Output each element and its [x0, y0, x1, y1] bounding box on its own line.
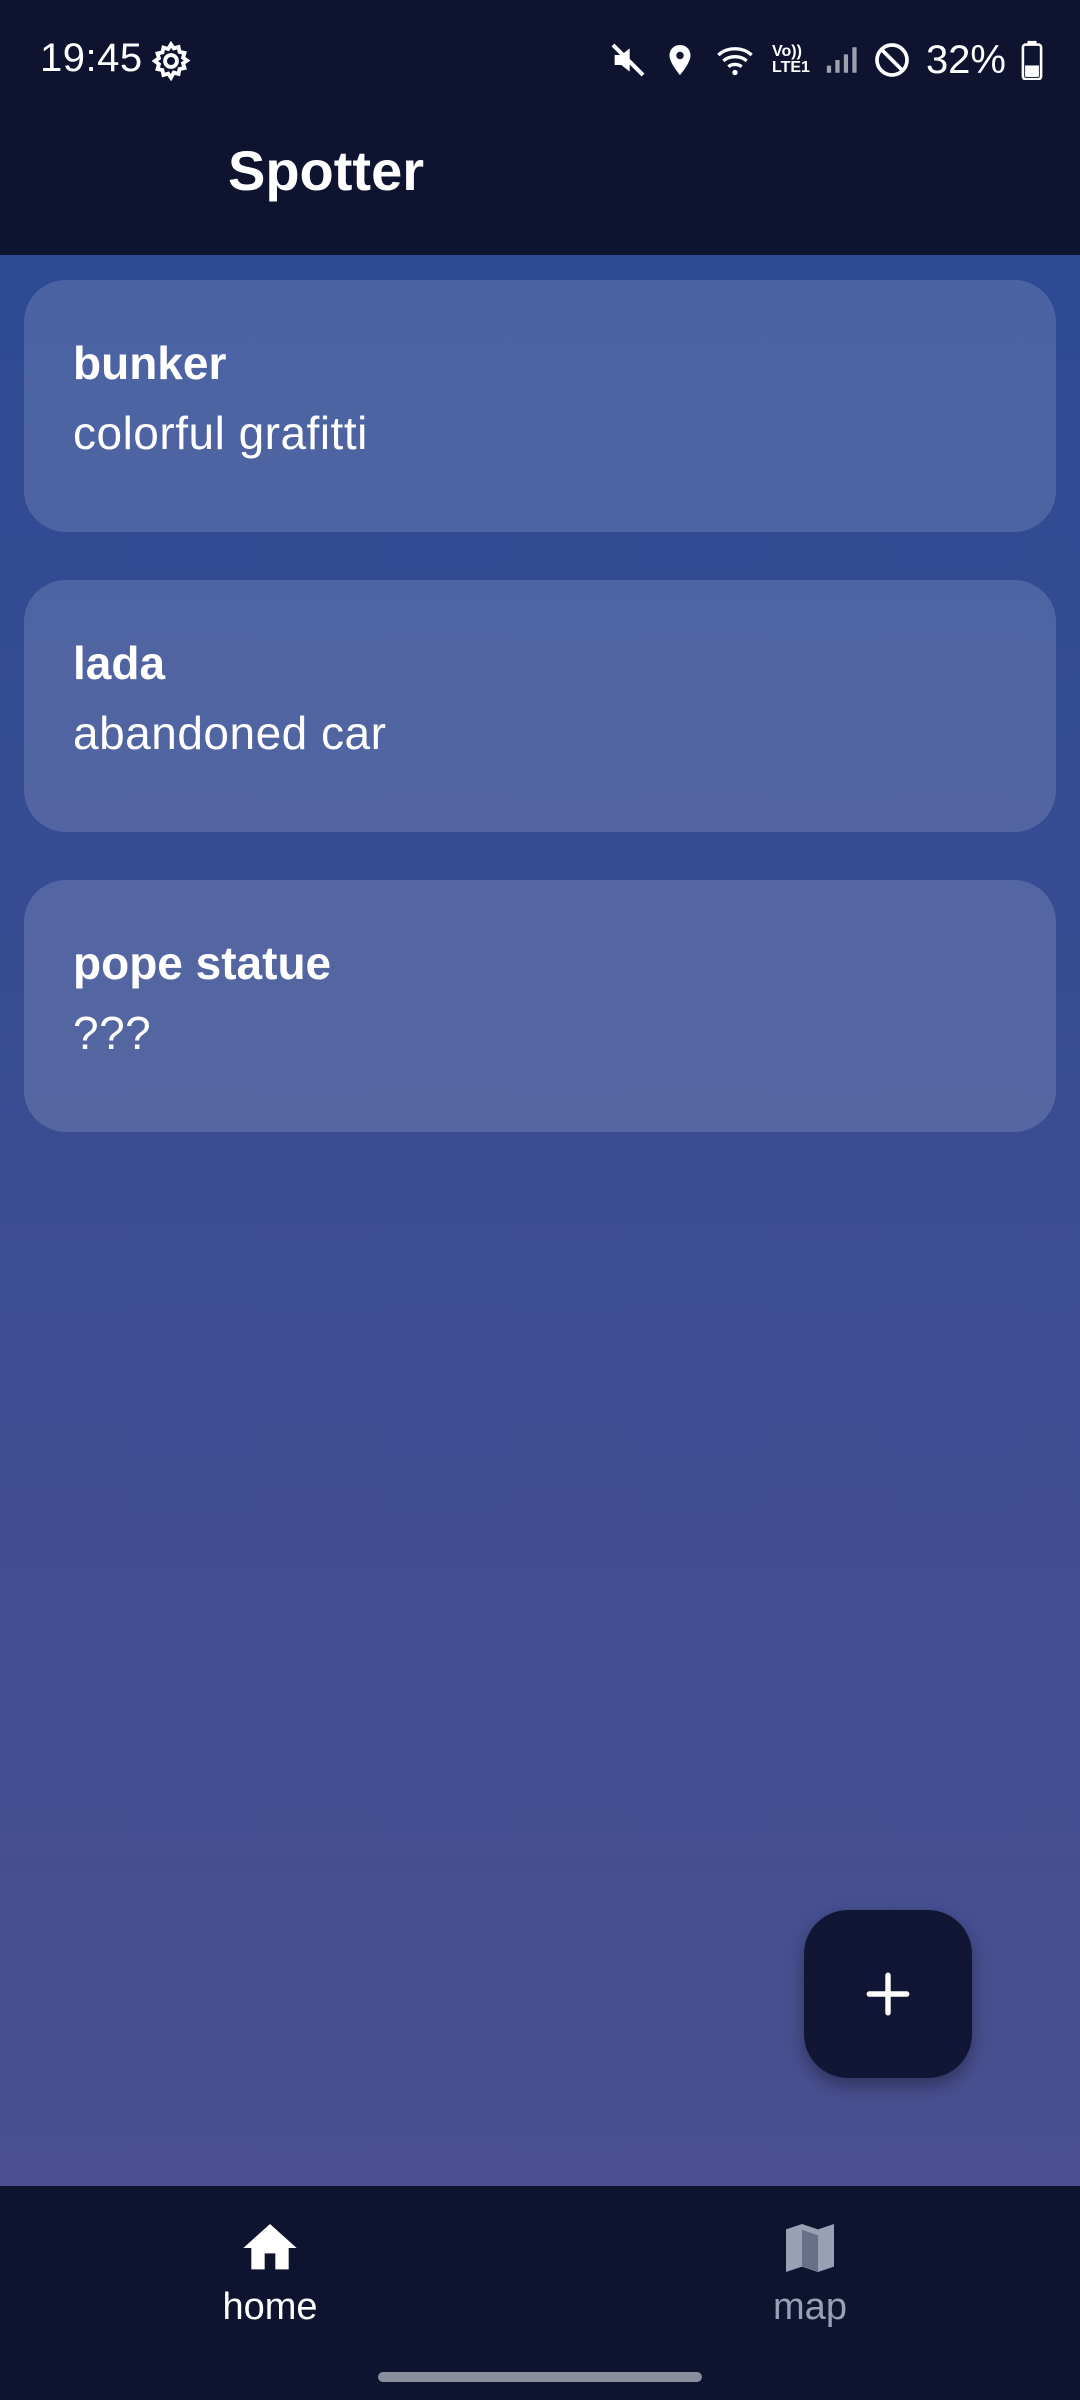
lte-label: LTE1: [772, 59, 810, 76]
add-spot-button[interactable]: [804, 1910, 972, 2078]
bottom-navigation: home map: [0, 2186, 1080, 2400]
gear-icon: [151, 40, 191, 82]
spot-title: lada: [73, 637, 166, 689]
app-bar: Spotter: [0, 120, 1080, 255]
plus-icon: [866, 1972, 910, 2016]
nav-item-home[interactable]: home: [120, 2216, 420, 2346]
nav-label-map: map: [773, 2286, 847, 2328]
mute-icon: [611, 43, 645, 77]
spot-description: colorful grafitti: [73, 407, 368, 459]
nav-label-home: home: [222, 2286, 318, 2328]
battery-percent: 32%: [925, 37, 1006, 82]
spot-title: bunker: [73, 337, 227, 389]
spot-title: pope statue: [73, 937, 332, 989]
spot-list: bunker colorful grafitti lada abandoned …: [0, 255, 1080, 2186]
spot-description: ???: [73, 1007, 152, 1059]
status-icons: Vo)) LTE1 32%: [608, 34, 1044, 86]
location-icon: [669, 45, 691, 75]
spot-card-lada[interactable]: lada abandoned car: [24, 580, 1056, 832]
map-icon: [786, 2224, 834, 2272]
status-time: 19:45: [40, 36, 143, 80]
spot-description: abandoned car: [73, 707, 387, 759]
spot-card-bunker[interactable]: bunker colorful grafitti: [24, 280, 1056, 532]
spot-card-pope-statue[interactable]: pope statue ???: [24, 880, 1056, 1132]
page-title: Spotter: [228, 139, 424, 202]
do-not-disturb-icon: [875, 43, 909, 77]
signal-icon: [826, 47, 857, 73]
gesture-bar[interactable]: [378, 2372, 702, 2382]
volte-label: Vo)): [772, 43, 802, 60]
nav-item-map[interactable]: map: [660, 2216, 960, 2346]
home-icon: [243, 2224, 297, 2270]
status-bar: 19:45 Vo)) LTE1 32%: [0, 0, 1080, 120]
wifi-icon: [717, 47, 753, 76]
battery-icon: [1021, 40, 1043, 80]
volte-icon: Vo)) LTE1: [772, 44, 810, 76]
